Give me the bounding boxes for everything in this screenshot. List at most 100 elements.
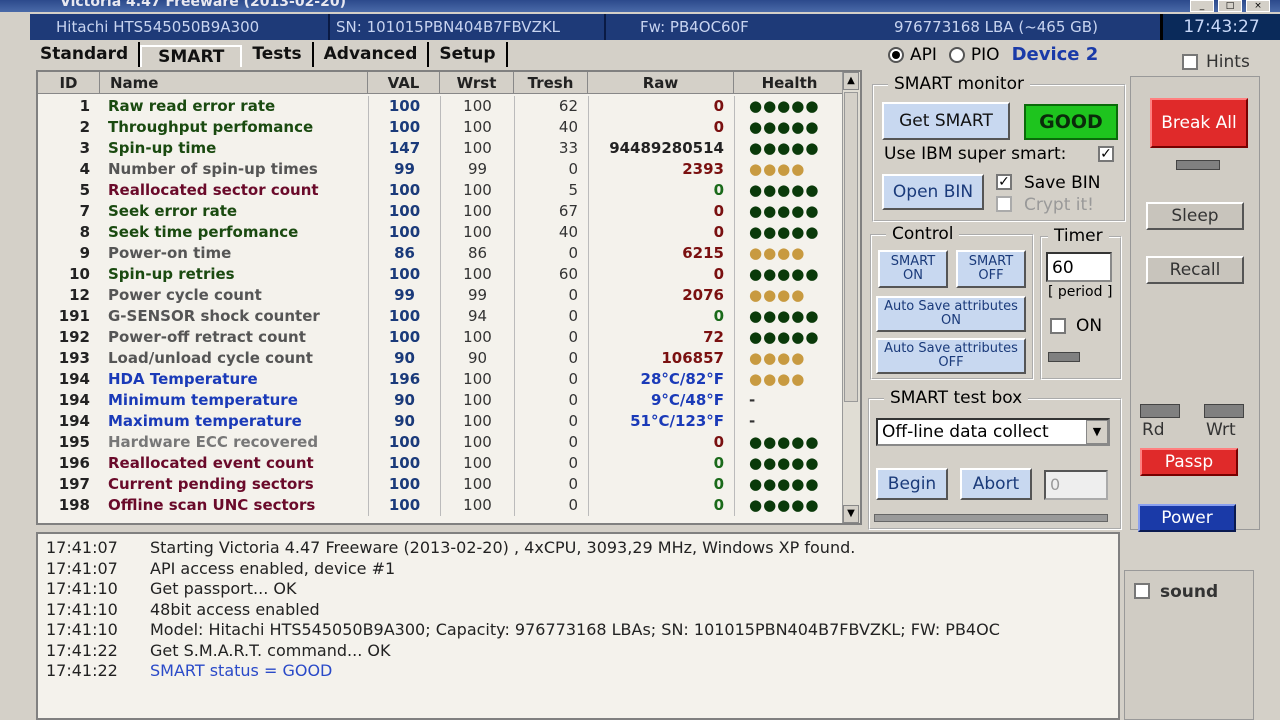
test-progress-bar <box>874 514 1108 522</box>
attr-name: Load/unload cycle count <box>108 349 313 367</box>
attr-raw: 0 <box>588 222 734 243</box>
attr-threshold: 0 <box>514 411 588 432</box>
table-row[interactable]: 12 Power cycle count 99 99 0 2076 ●●●● <box>38 285 846 306</box>
control-title: Control <box>886 224 960 244</box>
table-row[interactable]: 4 Number of spin-up times 99 99 0 2393 ●●●● <box>38 159 846 180</box>
passp-button[interactable]: Passp <box>1140 448 1238 476</box>
open-bin-button[interactable]: Open BIN <box>882 174 984 210</box>
begin-button[interactable]: Begin <box>876 468 948 500</box>
log-message: API access enabled, device #1 <box>150 558 396 578</box>
timer-input[interactable]: 60 <box>1046 252 1112 282</box>
header-health[interactable]: Health <box>734 72 846 93</box>
table-row[interactable]: 194 Maximum temperature 90 100 0 51°C/123°F - <box>38 411 846 432</box>
attr-value: 147 <box>368 138 440 159</box>
table-row[interactable]: 198 Offline scan UNC sectors 100 100 0 0 ●●●●● <box>38 495 846 516</box>
autosave-off-button[interactable]: Auto Save attributes OFF <box>876 338 1026 374</box>
table-row[interactable]: 9 Power-on time 86 86 0 6215 ●●●● <box>38 243 846 264</box>
tab-tests[interactable]: Tests <box>242 42 314 67</box>
attr-value: 100 <box>368 432 440 453</box>
attr-worst: 100 <box>440 390 514 411</box>
timer-on-checkbox[interactable] <box>1050 318 1066 334</box>
attr-name: Power cycle count <box>108 286 262 304</box>
table-row[interactable]: 1 Raw read error rate 100 100 62 0 ●●●●● <box>38 96 846 117</box>
test-type-select[interactable]: Off-line data collect ▼ <box>876 418 1110 446</box>
recall-button[interactable]: Recall <box>1146 256 1244 284</box>
power-button[interactable]: Power <box>1138 504 1236 532</box>
attr-raw: 0 <box>588 474 734 495</box>
attr-raw: 2393 <box>588 159 734 180</box>
chevron-down-icon[interactable]: ▼ <box>1086 420 1108 444</box>
table-row[interactable]: 192 Power-off retract count 100 100 0 72 ●●●●● <box>38 327 846 348</box>
ibm-smart-checkbox[interactable]: ✓ <box>1098 146 1114 162</box>
attr-name: Minimum temperature <box>108 391 298 409</box>
sleep-button[interactable]: Sleep <box>1146 202 1244 230</box>
attr-worst: 90 <box>440 348 514 369</box>
sound-checkbox[interactable] <box>1134 583 1150 599</box>
attr-name: Raw read error rate <box>108 97 276 115</box>
api-radio[interactable] <box>888 46 904 63</box>
attr-threshold: 60 <box>514 264 588 285</box>
header-id[interactable]: ID <box>38 72 100 93</box>
attr-id: 197 <box>58 475 90 493</box>
header-name[interactable]: Name <box>100 72 368 93</box>
autosave-on-button[interactable]: Auto Save attributes ON <box>876 296 1026 332</box>
smart-off-button[interactable]: SMART OFF <box>956 250 1026 288</box>
table-row[interactable]: 195 Hardware ECC recovered 100 100 0 0 ●●●●● <box>38 432 846 453</box>
attr-value: 100 <box>368 117 440 138</box>
table-row[interactable]: 10 Spin-up retries 100 100 60 0 ●●●●● <box>38 264 846 285</box>
abort-button[interactable]: Abort <box>960 468 1032 500</box>
table-row[interactable]: 7 Seek error rate 100 100 67 0 ●●●●● <box>38 201 846 222</box>
table-header: ID Name VAL Wrst Tresh Raw Health <box>38 72 846 94</box>
table-row[interactable]: 8 Seek time perfomance 100 100 40 0 ●●●●● <box>38 222 846 243</box>
attr-name: Power-on time <box>108 244 232 262</box>
ibm-smart-label: Use IBM super smart: <box>884 144 1067 164</box>
log-message: Model: Hitachi HTS545050B9A300; Capacity… <box>150 620 1000 639</box>
table-row[interactable]: 197 Current pending sectors 100 100 0 0 ●●●●● <box>38 474 846 495</box>
hints-toggle[interactable]: Hints <box>1182 52 1250 72</box>
smart-on-button[interactable]: SMART ON <box>878 250 948 288</box>
log-time: 17:41:22 <box>46 661 118 680</box>
rd-indicator <box>1140 404 1180 418</box>
hints-checkbox[interactable] <box>1182 54 1198 70</box>
tab-standard[interactable]: Standard <box>30 42 141 67</box>
header-raw[interactable]: Raw <box>588 72 734 93</box>
table-row[interactable]: 194 Minimum temperature 90 100 0 9°C/48°F - <box>38 390 846 411</box>
table-row[interactable]: 191 G-SENSOR shock counter 100 94 0 0 ●●●●● <box>38 306 846 327</box>
device-label[interactable]: Device 2 <box>1012 44 1099 65</box>
drive-serial: SN: 101015PBN404B7FBVZKL <box>330 14 606 40</box>
attr-health: ●●●● <box>734 369 846 390</box>
log-line: 17:41:22 Get S.M.A.R.T. command... OK <box>46 641 1118 662</box>
scroll-thumb[interactable] <box>844 92 858 402</box>
tab-advanced[interactable]: Advanced <box>314 42 430 67</box>
attr-worst: 100 <box>440 474 514 495</box>
maximize-icon[interactable]: □ <box>1218 0 1242 12</box>
table-row[interactable]: 5 Reallocated sector count 100 100 5 0 ●●●●● <box>38 180 846 201</box>
attr-value: 90 <box>368 411 440 432</box>
scroll-down-icon[interactable]: ▼ <box>843 505 859 523</box>
pio-radio[interactable] <box>948 46 965 63</box>
attr-value: 100 <box>368 180 440 201</box>
attr-health: ●●●●● <box>734 138 846 159</box>
save-bin-checkbox[interactable]: ✓ <box>996 174 1012 190</box>
get-smart-button[interactable]: Get SMART <box>882 102 1010 140</box>
table-row[interactable]: 193 Load/unload cycle count 90 90 0 106857 ●●●… <box>38 348 846 369</box>
attr-name: Number of spin-up times <box>108 160 318 178</box>
close-icon[interactable]: × <box>1246 0 1270 12</box>
attr-worst: 99 <box>440 285 514 306</box>
tab-smart[interactable]: SMART <box>140 45 243 67</box>
scroll-up-icon[interactable]: ▲ <box>843 72 859 90</box>
table-scrollbar[interactable]: ▲ ▼ <box>842 72 860 523</box>
header-val[interactable]: VAL <box>368 72 440 93</box>
tab-setup[interactable]: Setup <box>429 42 508 67</box>
attr-raw: 0 <box>588 180 734 201</box>
header-wrst[interactable]: Wrst <box>440 72 514 93</box>
table-row[interactable]: 3 Spin-up time 147 100 33 94489280514 ●●●●● <box>38 138 846 159</box>
header-tresh[interactable]: Tresh <box>514 72 588 93</box>
minimize-icon[interactable]: _ <box>1190 0 1214 12</box>
table-row[interactable]: 194 HDA Temperature 196 100 0 28°C/82°F ●●●● <box>38 369 846 390</box>
table-row[interactable]: 2 Throughput perfomance 100 100 40 0 ●●●●● <box>38 117 846 138</box>
table-row[interactable]: 196 Reallocated event count 100 100 0 0 ●●●●● <box>38 453 846 474</box>
attr-raw: 0 <box>588 453 734 474</box>
attr-name: Reallocated event count <box>108 454 314 472</box>
break-all-button[interactable]: Break All <box>1150 98 1248 148</box>
